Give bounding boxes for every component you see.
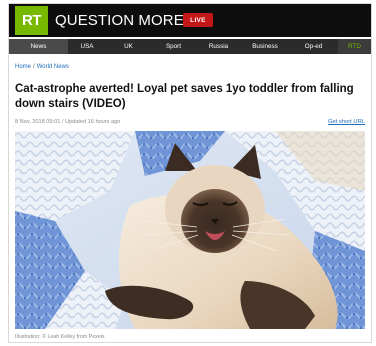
nav-item-rtd[interactable]: RTD [338, 39, 371, 54]
nav-item-russia[interactable]: Russia [196, 39, 241, 54]
image-caption: Illustration: © Leah Kelley from Pexels [15, 334, 105, 340]
nav-item-uk[interactable]: UK [106, 39, 151, 54]
site-tagline: QUESTION MORE [55, 12, 184, 29]
logo-text: RT [22, 12, 42, 29]
live-button[interactable]: LIVE [183, 13, 213, 27]
nav-item-usa[interactable]: USA [68, 39, 106, 54]
article-headline: Cat-astrophe averted! Loyal pet saves 1y… [15, 83, 354, 110]
get-short-url-link[interactable]: Get short URL [328, 119, 365, 125]
breadcrumb-home[interactable]: Home [15, 64, 31, 70]
nav-item-business[interactable]: Business [241, 39, 289, 54]
breadcrumb-separator: / [33, 64, 35, 70]
site-header: RT QUESTION MORE LIVE [9, 4, 371, 37]
nav-item-news[interactable]: News [9, 39, 68, 54]
rt-logo[interactable]: RT [15, 6, 48, 35]
breadcrumb-world-news[interactable]: World News [37, 64, 69, 70]
main-nav: News USA UK Sport Russia Business Op-ed … [9, 39, 371, 54]
article-page: RT QUESTION MORE LIVE News USA UK Sport … [8, 3, 372, 343]
nav-item-sport[interactable]: Sport [151, 39, 196, 54]
breadcrumb: Home / World News [15, 64, 69, 70]
article-image[interactable] [15, 131, 365, 329]
nav-item-op-ed[interactable]: Op-ed [289, 39, 338, 54]
siamese-cat-photo [15, 131, 365, 329]
article-meta: 8 Nov, 2018 09:01 / Updated 16 hours ago [15, 119, 121, 125]
